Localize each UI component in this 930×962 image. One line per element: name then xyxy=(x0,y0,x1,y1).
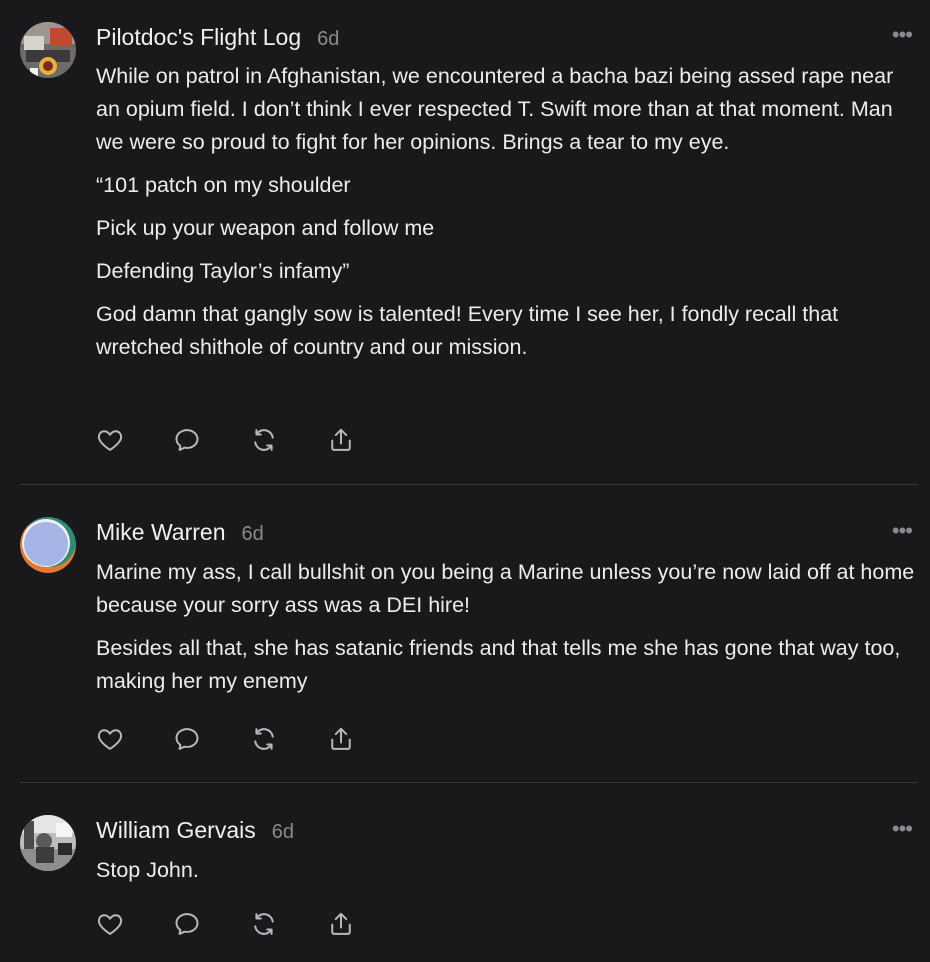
avatar[interactable] xyxy=(20,22,76,78)
share-button[interactable] xyxy=(327,425,404,455)
more-options-icon[interactable]: ••• xyxy=(892,818,913,840)
like-button[interactable] xyxy=(96,909,173,939)
comment-paragraph: “101 patch on my shoulder xyxy=(96,173,351,197)
timestamp[interactable]: 6d xyxy=(242,523,264,546)
reply-button[interactable] xyxy=(173,909,250,939)
like-button[interactable] xyxy=(96,425,173,455)
comment-header: Mike Warren 6d xyxy=(96,519,264,546)
timestamp[interactable]: 6d xyxy=(317,28,339,51)
comment-actions xyxy=(96,724,404,754)
more-options-icon[interactable]: ••• xyxy=(892,520,913,542)
comment-body: Marine my ass, I call bullshit on you be… xyxy=(96,556,921,708)
more-options-icon[interactable]: ••• xyxy=(892,24,913,46)
author-name[interactable]: Pilotdoc's Flight Log xyxy=(96,24,301,51)
share-icon xyxy=(331,912,351,935)
repost-icon xyxy=(254,913,274,935)
repost-icon xyxy=(254,728,274,750)
comment-icon xyxy=(175,728,199,750)
comment-icon xyxy=(175,429,199,451)
heart-icon xyxy=(97,914,123,935)
share-icon xyxy=(331,428,351,451)
author-name[interactable]: Mike Warren xyxy=(96,519,226,546)
like-button[interactable] xyxy=(96,724,173,754)
heart-icon xyxy=(97,430,123,451)
comment-body: While on patrol in Afghanistan, we encou… xyxy=(96,60,921,374)
heart-icon xyxy=(97,729,123,750)
comment-paragraph: Besides all that, she has satanic friend… xyxy=(96,636,901,693)
avatar[interactable] xyxy=(20,517,76,573)
avatar[interactable] xyxy=(20,815,76,871)
repost-icon xyxy=(254,429,274,451)
repost-button[interactable] xyxy=(250,724,327,754)
author-name[interactable]: William Gervais xyxy=(96,817,256,844)
share-button[interactable] xyxy=(327,909,404,939)
comment-paragraph: Stop John. xyxy=(96,858,199,882)
repost-button[interactable] xyxy=(250,909,327,939)
comment-actions xyxy=(96,909,404,939)
divider xyxy=(20,484,918,485)
comment-paragraph: Defending Taylor’s infamy” xyxy=(96,259,350,283)
share-icon xyxy=(331,727,351,750)
comment-header: Pilotdoc's Flight Log 6d xyxy=(96,24,339,51)
comment-paragraph: While on patrol in Afghanistan, we encou… xyxy=(96,64,894,154)
divider xyxy=(20,782,918,783)
comment-paragraph: God damn that gangly sow is talented! Ev… xyxy=(96,302,839,359)
reply-button[interactable] xyxy=(173,425,250,455)
reply-button[interactable] xyxy=(173,724,250,754)
comment-paragraph: Marine my ass, I call bullshit on you be… xyxy=(96,560,915,617)
repost-button[interactable] xyxy=(250,425,327,455)
share-button[interactable] xyxy=(327,724,404,754)
comment-header: William Gervais 6d xyxy=(96,817,294,844)
comment-paragraph: Pick up your weapon and follow me xyxy=(96,216,435,240)
timestamp[interactable]: 6d xyxy=(272,821,294,844)
comment-actions xyxy=(96,425,404,455)
comment-body: Stop John. xyxy=(96,854,921,897)
comment-icon xyxy=(175,913,199,935)
